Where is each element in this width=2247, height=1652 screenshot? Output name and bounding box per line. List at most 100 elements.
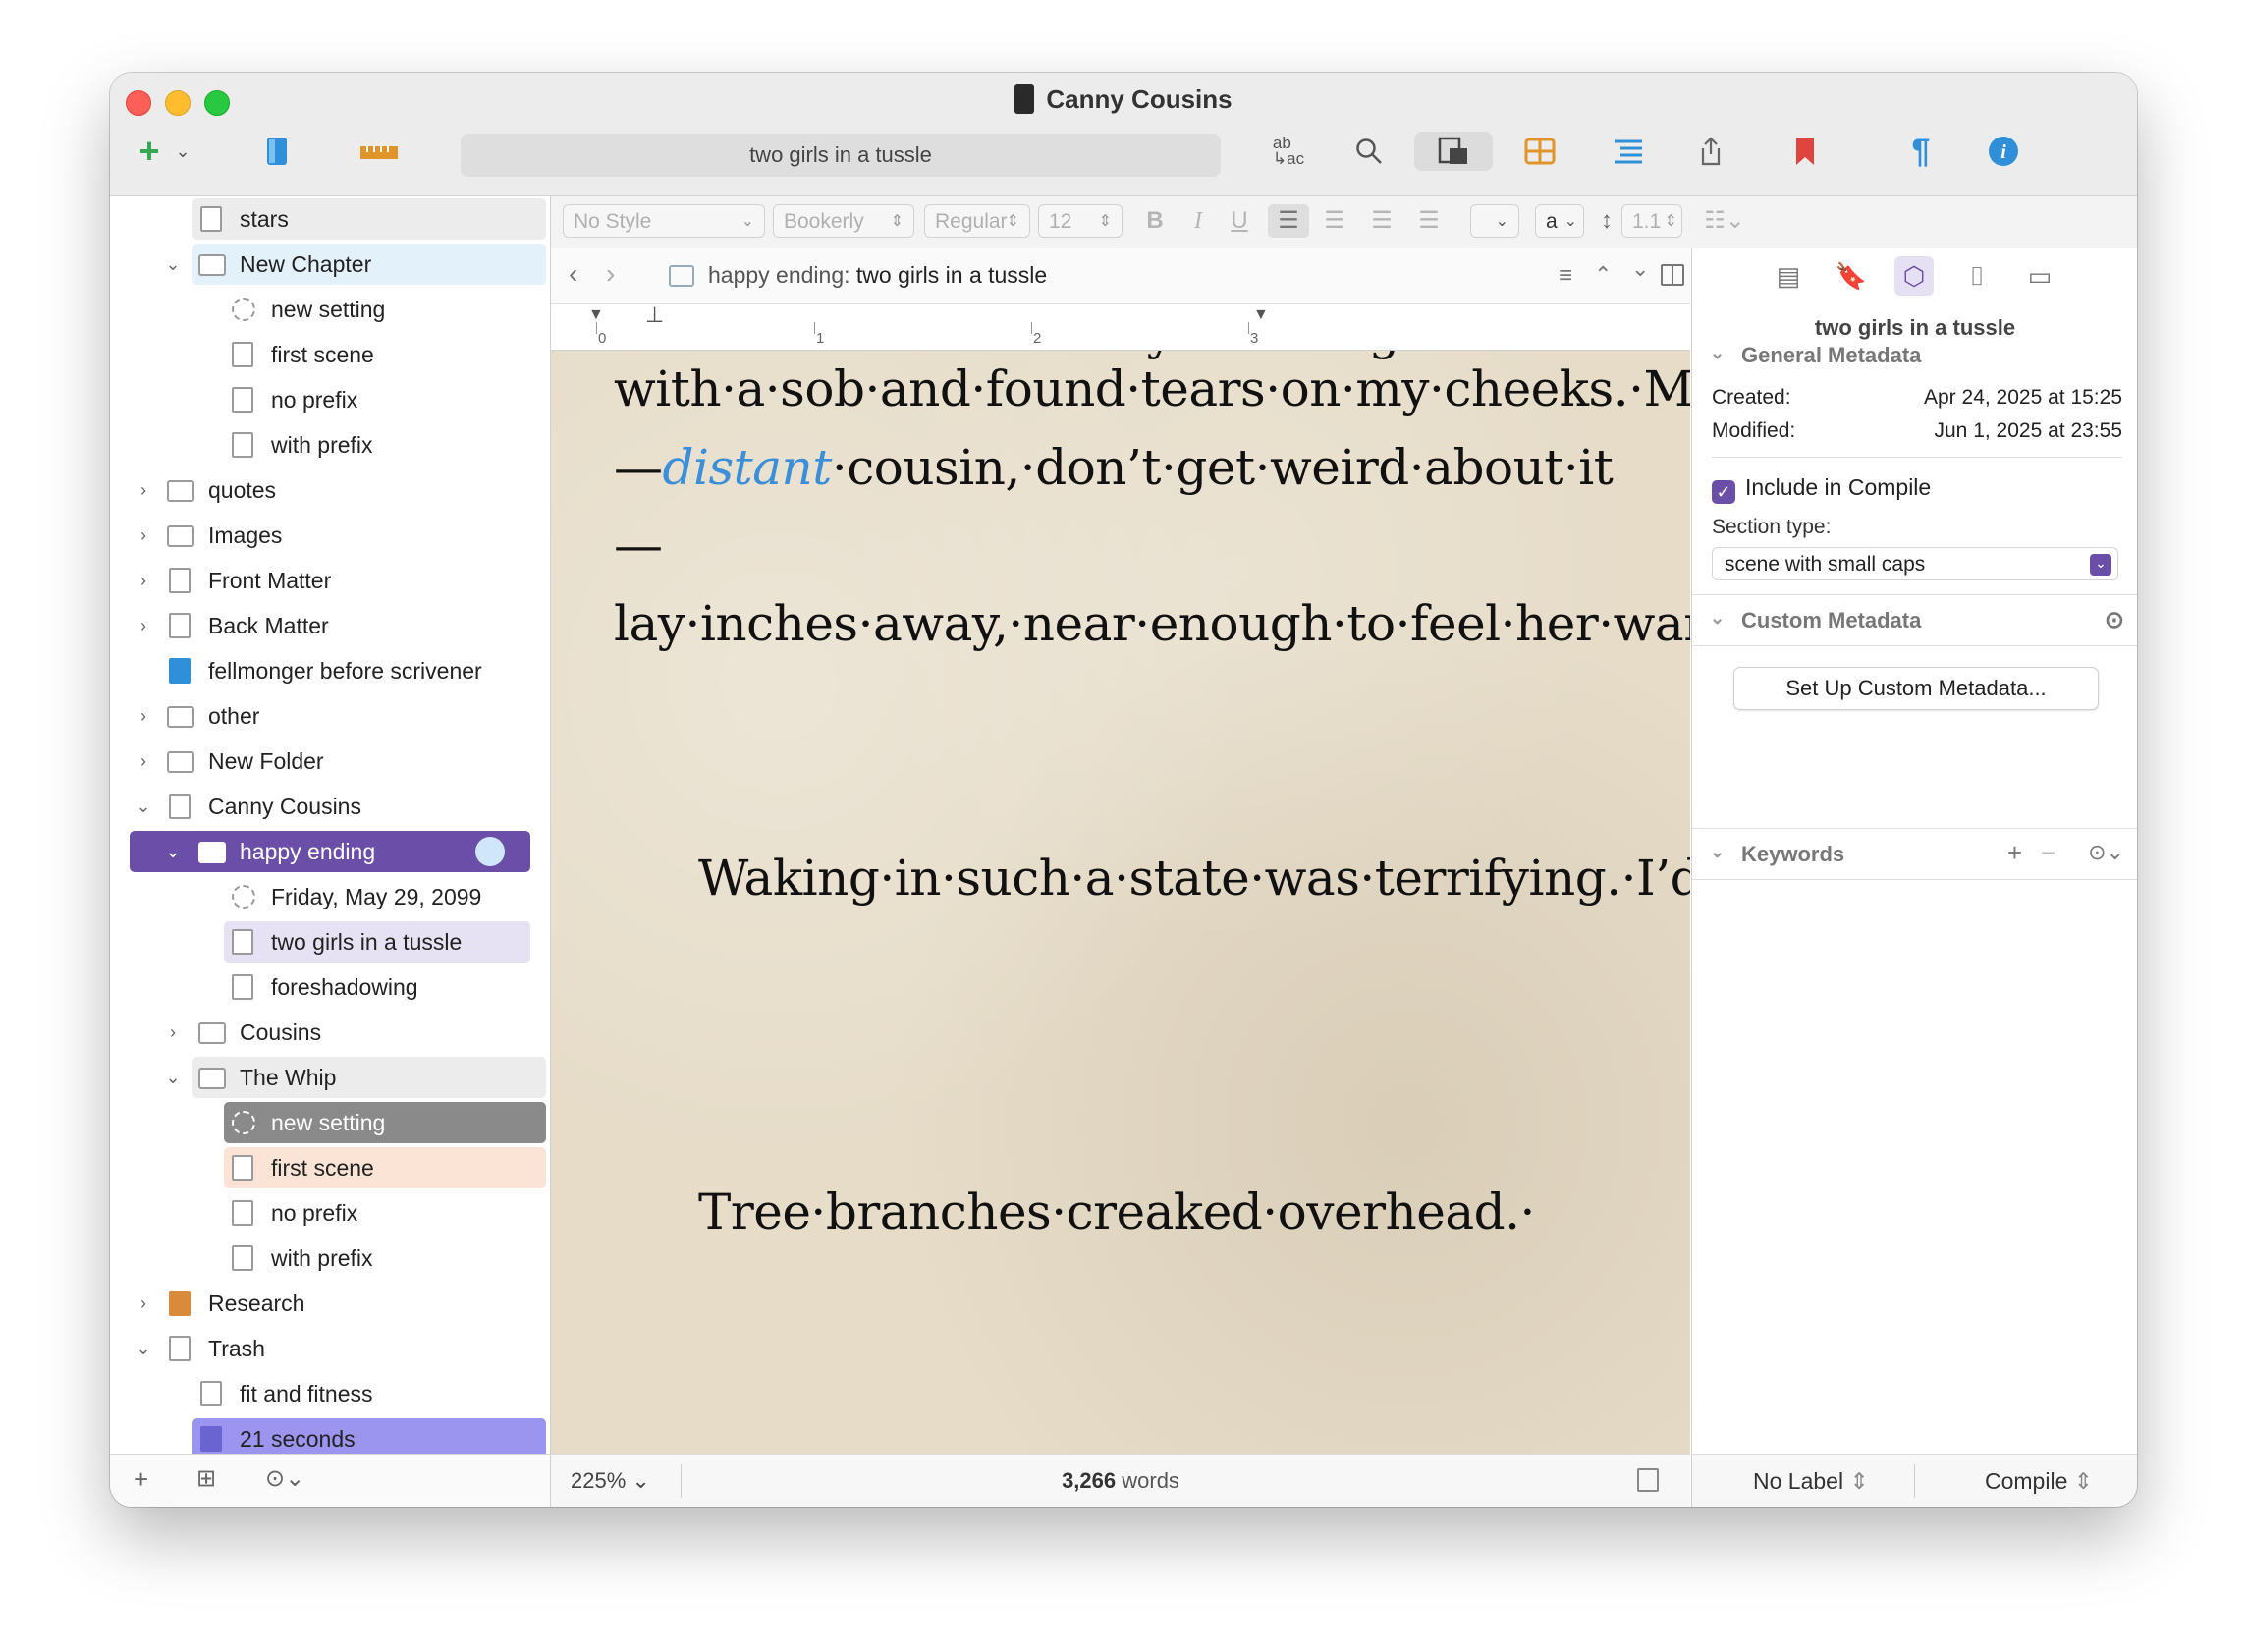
- align-center-icon[interactable]: ☰: [1317, 204, 1352, 238]
- metadata-tab-icon[interactable]: ⬡: [1894, 256, 1934, 296]
- align-left-icon[interactable]: ☰: [1268, 204, 1309, 238]
- chevron-down-icon[interactable]: ⌄: [163, 254, 183, 275]
- outline-button[interactable]: [1609, 132, 1648, 171]
- font-select[interactable]: Bookerly ⇕: [773, 204, 914, 238]
- corkboard-button[interactable]: [1520, 132, 1560, 171]
- info-icon[interactable]: i: [1984, 132, 2023, 171]
- style-select[interactable]: No Style ⌄: [563, 204, 765, 238]
- remove-keyword-icon[interactable]: −: [2041, 838, 2055, 868]
- binder-row[interactable]: with prefix: [110, 422, 550, 468]
- chevron-right-icon[interactable]: ›: [134, 706, 153, 727]
- search-icon[interactable]: [1349, 132, 1389, 171]
- chevron-right-icon[interactable]: ›: [134, 525, 153, 546]
- pilcrow-icon[interactable]: ¶: [1901, 132, 1941, 171]
- add-folder-icon[interactable]: ⊞: [196, 1464, 216, 1493]
- binder-row-selected[interactable]: ⌄ happy ending: [110, 829, 550, 874]
- chevron-up-icon[interactable]: ⌃: [1594, 262, 1612, 288]
- split-view-icon[interactable]: [1661, 264, 1684, 286]
- binder-row[interactable]: ⌄ The Whip: [110, 1055, 550, 1100]
- menu-icon[interactable]: ≡: [1559, 262, 1572, 290]
- right-margin-marker[interactable]: ▼: [1253, 306, 1269, 324]
- back-arrow-icon[interactable]: ‹: [569, 258, 577, 290]
- add-item-icon[interactable]: +: [134, 1464, 148, 1495]
- binder-row[interactable]: two girls in a tussle: [110, 919, 550, 964]
- setup-custom-metadata-button[interactable]: Set Up Custom Metadata...: [1733, 667, 2099, 710]
- more-options-icon[interactable]: ⊙⌄: [265, 1464, 304, 1493]
- binder-row[interactable]: ⌄ Canny Cousins: [110, 784, 550, 829]
- binder-row[interactable]: fit and fitness: [110, 1371, 550, 1416]
- line-spacing-select[interactable]: 1.1 ⇕: [1621, 204, 1682, 238]
- editor-path[interactable]: happy ending: two girls in a tussle: [708, 262, 1047, 289]
- italic-button[interactable]: I: [1183, 204, 1213, 238]
- add-icon[interactable]: +: [130, 131, 169, 171]
- binder-row[interactable]: › Back Matter: [110, 603, 550, 648]
- add-keyword-icon[interactable]: +: [2007, 838, 2022, 868]
- share-icon[interactable]: [1691, 132, 1730, 171]
- chevron-right-icon[interactable]: ›: [134, 480, 153, 501]
- binder-row[interactable]: ⌄ New Chapter: [110, 242, 550, 287]
- binder-row[interactable]: › New Folder: [110, 739, 550, 784]
- chevron-down-icon[interactable]: ⌄: [1631, 256, 1649, 282]
- editor-text-area[interactable]: I·woke·in·the·too-early·morning with·a·s…: [551, 351, 1690, 1454]
- custom-metadata-header[interactable]: ⌄ Custom Metadata ⊙: [1692, 604, 2137, 639]
- chevron-right-icon[interactable]: ›: [134, 1294, 153, 1314]
- comments-tab-icon[interactable]: ▭: [2020, 256, 2059, 296]
- binder-row[interactable]: first scene: [110, 1145, 550, 1190]
- binder-row[interactable]: foreshadowing: [110, 964, 550, 1010]
- chevron-down-icon[interactable]: ⌄: [134, 797, 153, 817]
- keywords-header[interactable]: ⌄ Keywords + − ⊙⌄: [1692, 838, 2137, 873]
- general-metadata-header[interactable]: ⌄ General Metadata: [1692, 339, 2137, 374]
- more-options-icon[interactable]: ⊙: [2105, 606, 2124, 634]
- section-type-select[interactable]: scene with small caps ⌄: [1712, 547, 2118, 580]
- binder-row[interactable]: stars: [110, 196, 550, 242]
- tab-stop-marker[interactable]: ⊥: [645, 303, 664, 328]
- chevron-down-icon[interactable]: ⌄: [171, 132, 194, 171]
- size-select[interactable]: 12 ⇕: [1038, 204, 1123, 238]
- binder-row[interactable]: › Front Matter: [110, 558, 550, 603]
- binder-row[interactable]: › Images: [110, 513, 550, 558]
- forward-arrow-icon[interactable]: ›: [606, 258, 615, 290]
- binder-row[interactable]: fellmonger before scrivener: [110, 648, 550, 693]
- target-icon[interactable]: [1637, 1468, 1659, 1492]
- bookmark-icon[interactable]: [1785, 132, 1825, 171]
- spelling-icon[interactable]: ab ↳ac: [1265, 132, 1312, 171]
- chevron-right-icon[interactable]: ›: [163, 1022, 183, 1043]
- align-right-icon[interactable]: ☰: [1364, 204, 1399, 238]
- include-compile-checkbox[interactable]: ✓: [1712, 480, 1735, 504]
- label-select[interactable]: No Label ⇕: [1753, 1468, 1869, 1495]
- binder-row[interactable]: › Cousins: [110, 1010, 550, 1055]
- binder-row[interactable]: ⌄ Trash: [110, 1326, 550, 1371]
- binder-row[interactable]: 21 seconds: [110, 1416, 550, 1454]
- binder-row[interactable]: with prefix: [110, 1236, 550, 1281]
- notes-tab-icon[interactable]: ▤: [1769, 256, 1808, 296]
- chevron-down-icon[interactable]: ⌄: [163, 1068, 183, 1088]
- binder-row[interactable]: › quotes: [110, 468, 550, 513]
- more-options-icon[interactable]: ⊙⌄: [2088, 840, 2124, 865]
- chevron-down-icon[interactable]: ⌄: [134, 1339, 153, 1359]
- binder-row[interactable]: › Research: [110, 1281, 550, 1326]
- compile-select[interactable]: Compile ⇕: [1985, 1468, 2093, 1495]
- search-input[interactable]: two girls in a tussle: [461, 134, 1221, 177]
- snapshots-tab-icon[interactable]: ⌷: [1957, 256, 1997, 296]
- chevron-right-icon[interactable]: ›: [134, 751, 153, 772]
- highlight-select[interactable]: a ⌄: [1535, 204, 1584, 238]
- binder-row[interactable]: no prefix: [110, 377, 550, 422]
- list-icon[interactable]: ☷⌄: [1700, 204, 1749, 238]
- binder-row[interactable]: Friday, May 29, 2099: [110, 874, 550, 919]
- bold-button[interactable]: B: [1140, 204, 1170, 238]
- weight-select[interactable]: Regular ⇕: [924, 204, 1030, 238]
- chevron-right-icon[interactable]: ›: [134, 571, 153, 591]
- justify-icon[interactable]: ☰: [1411, 204, 1447, 238]
- ruler-button[interactable]: [357, 132, 401, 171]
- binder-row[interactable]: › other: [110, 693, 550, 739]
- binder-row[interactable]: new setting: [110, 287, 550, 332]
- include-compile-row[interactable]: ✓ Include in Compile: [1712, 474, 1931, 504]
- text-color-select[interactable]: ⌄: [1470, 204, 1519, 238]
- chevron-right-icon[interactable]: ›: [134, 616, 153, 636]
- binder-toggle-button[interactable]: [257, 132, 297, 171]
- binder-row[interactable]: no prefix: [110, 1190, 550, 1236]
- binder-row[interactable]: new setting: [110, 1100, 550, 1145]
- binder-row[interactable]: first scene: [110, 332, 550, 377]
- chevron-down-icon[interactable]: ⌄: [163, 842, 183, 862]
- composition-mode-button[interactable]: [1414, 132, 1493, 171]
